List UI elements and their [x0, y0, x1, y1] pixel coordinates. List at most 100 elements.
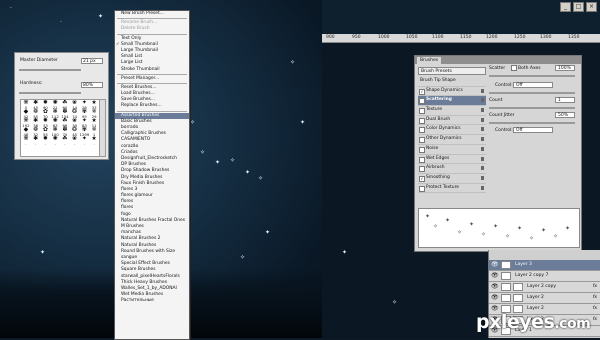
- count-input[interactable]: 1: [555, 97, 575, 103]
- lock-icon[interactable]: [481, 166, 484, 171]
- brush-option-item[interactable]: Texture: [418, 106, 486, 116]
- count-jitter-slider[interactable]: [489, 122, 575, 124]
- lock-icon[interactable]: [481, 156, 484, 161]
- layer-effects-icon[interactable]: fx: [593, 306, 597, 311]
- menu-item-label: Dry Media Brushes: [121, 174, 163, 180]
- brush-tip[interactable]: ☘.: [60, 136, 70, 146]
- maximize-icon[interactable]: □: [573, 2, 584, 12]
- option-checkbox[interactable]: [419, 137, 425, 144]
- option-checkbox[interactable]: [419, 166, 425, 173]
- layer-row[interactable]: 👁 Layer 3: [489, 260, 600, 271]
- layer-effects-icon[interactable]: fx: [593, 284, 597, 289]
- menu-item-label: sangue: [121, 254, 138, 260]
- brush-option-label: Smoothing: [426, 174, 450, 180]
- lock-icon[interactable]: [481, 88, 484, 93]
- layer-effects-icon[interactable]: fx: [593, 295, 597, 300]
- count-slider[interactable]: [489, 107, 575, 109]
- layer-row[interactable]: 👁 Layer 2 copy 7: [489, 271, 600, 282]
- menu-item[interactable]: Растительные: [115, 298, 189, 304]
- brush-tip[interactable]: ★.: [89, 136, 99, 146]
- brush-tip[interactable]: ✦.: [80, 136, 90, 146]
- control-select[interactable]: Off: [513, 82, 553, 88]
- brush-option-item[interactable]: ✓ Scattering: [418, 96, 486, 107]
- ruler-label: 900: [326, 35, 335, 40]
- brush-option-item[interactable]: Airbrush: [418, 164, 486, 174]
- menu-item-label: DP Brushes: [121, 162, 147, 168]
- brush-option-item[interactable]: Dual Brush: [418, 116, 486, 126]
- scatter-input[interactable]: 100%: [555, 65, 575, 71]
- layer-name: Layer 2 copy 7: [515, 273, 549, 278]
- menu-item-label: Criados: [121, 149, 138, 155]
- option-checkbox[interactable]: ✓: [419, 175, 425, 182]
- lock-icon[interactable]: [481, 175, 484, 180]
- brush-preset-picker: Master Diameter 21 px Hardness: 80% ❋ 5 ✱ 4…: [14, 52, 109, 160]
- menu-item-label: manchas: [121, 230, 141, 236]
- both-axes-checkbox[interactable]: [511, 65, 517, 71]
- watermark-main: pxleyes: [476, 311, 555, 333]
- layer-row[interactable]: 👁 Layer 2 fx: [489, 293, 600, 304]
- eye-icon[interactable]: 👁: [491, 284, 499, 290]
- brush-presets-button[interactable]: Brush Presets: [418, 67, 486, 75]
- hardness-slider[interactable]: [19, 92, 81, 94]
- option-checkbox[interactable]: ✓: [419, 98, 425, 105]
- lock-icon[interactable]: [481, 108, 484, 113]
- brush-tip[interactable]: ✱.: [31, 136, 41, 146]
- menu-item[interactable]: New Brush Preset...: [115, 11, 189, 17]
- menu-separator: [117, 73, 187, 75]
- option-checkbox[interactable]: [419, 117, 425, 124]
- close-icon[interactable]: ×: [586, 2, 597, 12]
- control-label: Control:: [495, 83, 513, 88]
- brush-option-item[interactable]: Noise: [418, 145, 486, 155]
- menu-item[interactable]: Replace Brushes...: [115, 103, 189, 109]
- brush-tip[interactable]: ❀.: [70, 136, 80, 146]
- lock-icon[interactable]: [481, 117, 484, 122]
- tab-brushes[interactable]: Brushes: [417, 57, 442, 64]
- watermark-logo: pxleyes.com: [476, 311, 591, 333]
- sparkle: ✦: [215, 159, 221, 166]
- eye-icon[interactable]: 👁: [491, 262, 499, 268]
- menu-item-label: Walles_Set_1_by_ADONAI: [121, 285, 177, 291]
- ruler-label: 1350: [568, 35, 580, 40]
- lock-icon[interactable]: [481, 146, 484, 151]
- menu-item-label: Faux Finish Brushes: [121, 180, 165, 186]
- eye-icon[interactable]: 👁: [491, 273, 499, 279]
- lock-icon[interactable]: [481, 127, 484, 132]
- option-checkbox[interactable]: [419, 108, 425, 115]
- menu-item[interactable]: Stroke Thumbnail: [115, 67, 189, 73]
- brush-option-item[interactable]: Color Dynamics: [418, 125, 486, 136]
- minimize-icon[interactable]: _: [560, 2, 571, 12]
- brush-option-item[interactable]: ✓ Smoothing: [418, 174, 486, 184]
- sparkle: ✧: [200, 149, 206, 156]
- lock-icon[interactable]: [481, 185, 484, 190]
- brush-tip-scrollbar[interactable]: [99, 99, 106, 157]
- layer-effects-icon[interactable]: fx: [593, 317, 597, 322]
- brush-option-item[interactable]: Brush Tip Shape: [418, 77, 486, 87]
- brush-tip[interactable]: ❋.: [21, 136, 31, 146]
- brush-tip[interactable]: ✹.: [41, 136, 51, 146]
- count-jitter-input[interactable]: 50%: [555, 112, 575, 118]
- master-diameter-slider[interactable]: [19, 69, 81, 71]
- scatter-slider[interactable]: [489, 75, 575, 77]
- sparkle: ✦: [245, 169, 251, 176]
- eye-icon[interactable]: 👁: [491, 295, 499, 301]
- option-checkbox[interactable]: [419, 185, 425, 192]
- layer-row[interactable]: 👁 Layer 2 copy fx: [489, 282, 600, 293]
- option-checkbox[interactable]: [419, 156, 425, 163]
- brush-tip[interactable]: ✺.: [50, 136, 60, 146]
- brush-option-item[interactable]: Other Dynamics: [418, 135, 486, 145]
- menu-item[interactable]: Preset Manager...: [115, 76, 189, 82]
- option-checkbox[interactable]: [419, 146, 425, 153]
- control-select-2[interactable]: Off: [513, 127, 553, 133]
- master-diameter-input[interactable]: 21 px: [81, 58, 103, 64]
- hardness-input[interactable]: 80%: [81, 82, 103, 88]
- lock-icon[interactable]: [481, 98, 484, 103]
- brush-tip-grid[interactable]: ❋ 5 ✱ 45 ✹ 90 ✺ 21 ☘ 60 ❀ 14 ✦ 26 ★ 33 ◆ 42 ❁ 55 ✿ 70 ❃ 112 ✽ 134…: [20, 99, 100, 157]
- menu-item-label: Small List: [121, 54, 143, 60]
- brush-option-item[interactable]: Protect Texture: [418, 184, 486, 194]
- brush-option-item[interactable]: ✓ Shape Dynamics: [418, 87, 486, 97]
- control-slider[interactable]: [489, 92, 575, 94]
- option-checkbox[interactable]: [419, 127, 425, 134]
- brush-option-item[interactable]: Wet Edges: [418, 155, 486, 165]
- option-checkbox[interactable]: ✓: [419, 88, 425, 95]
- lock-icon[interactable]: [481, 137, 484, 142]
